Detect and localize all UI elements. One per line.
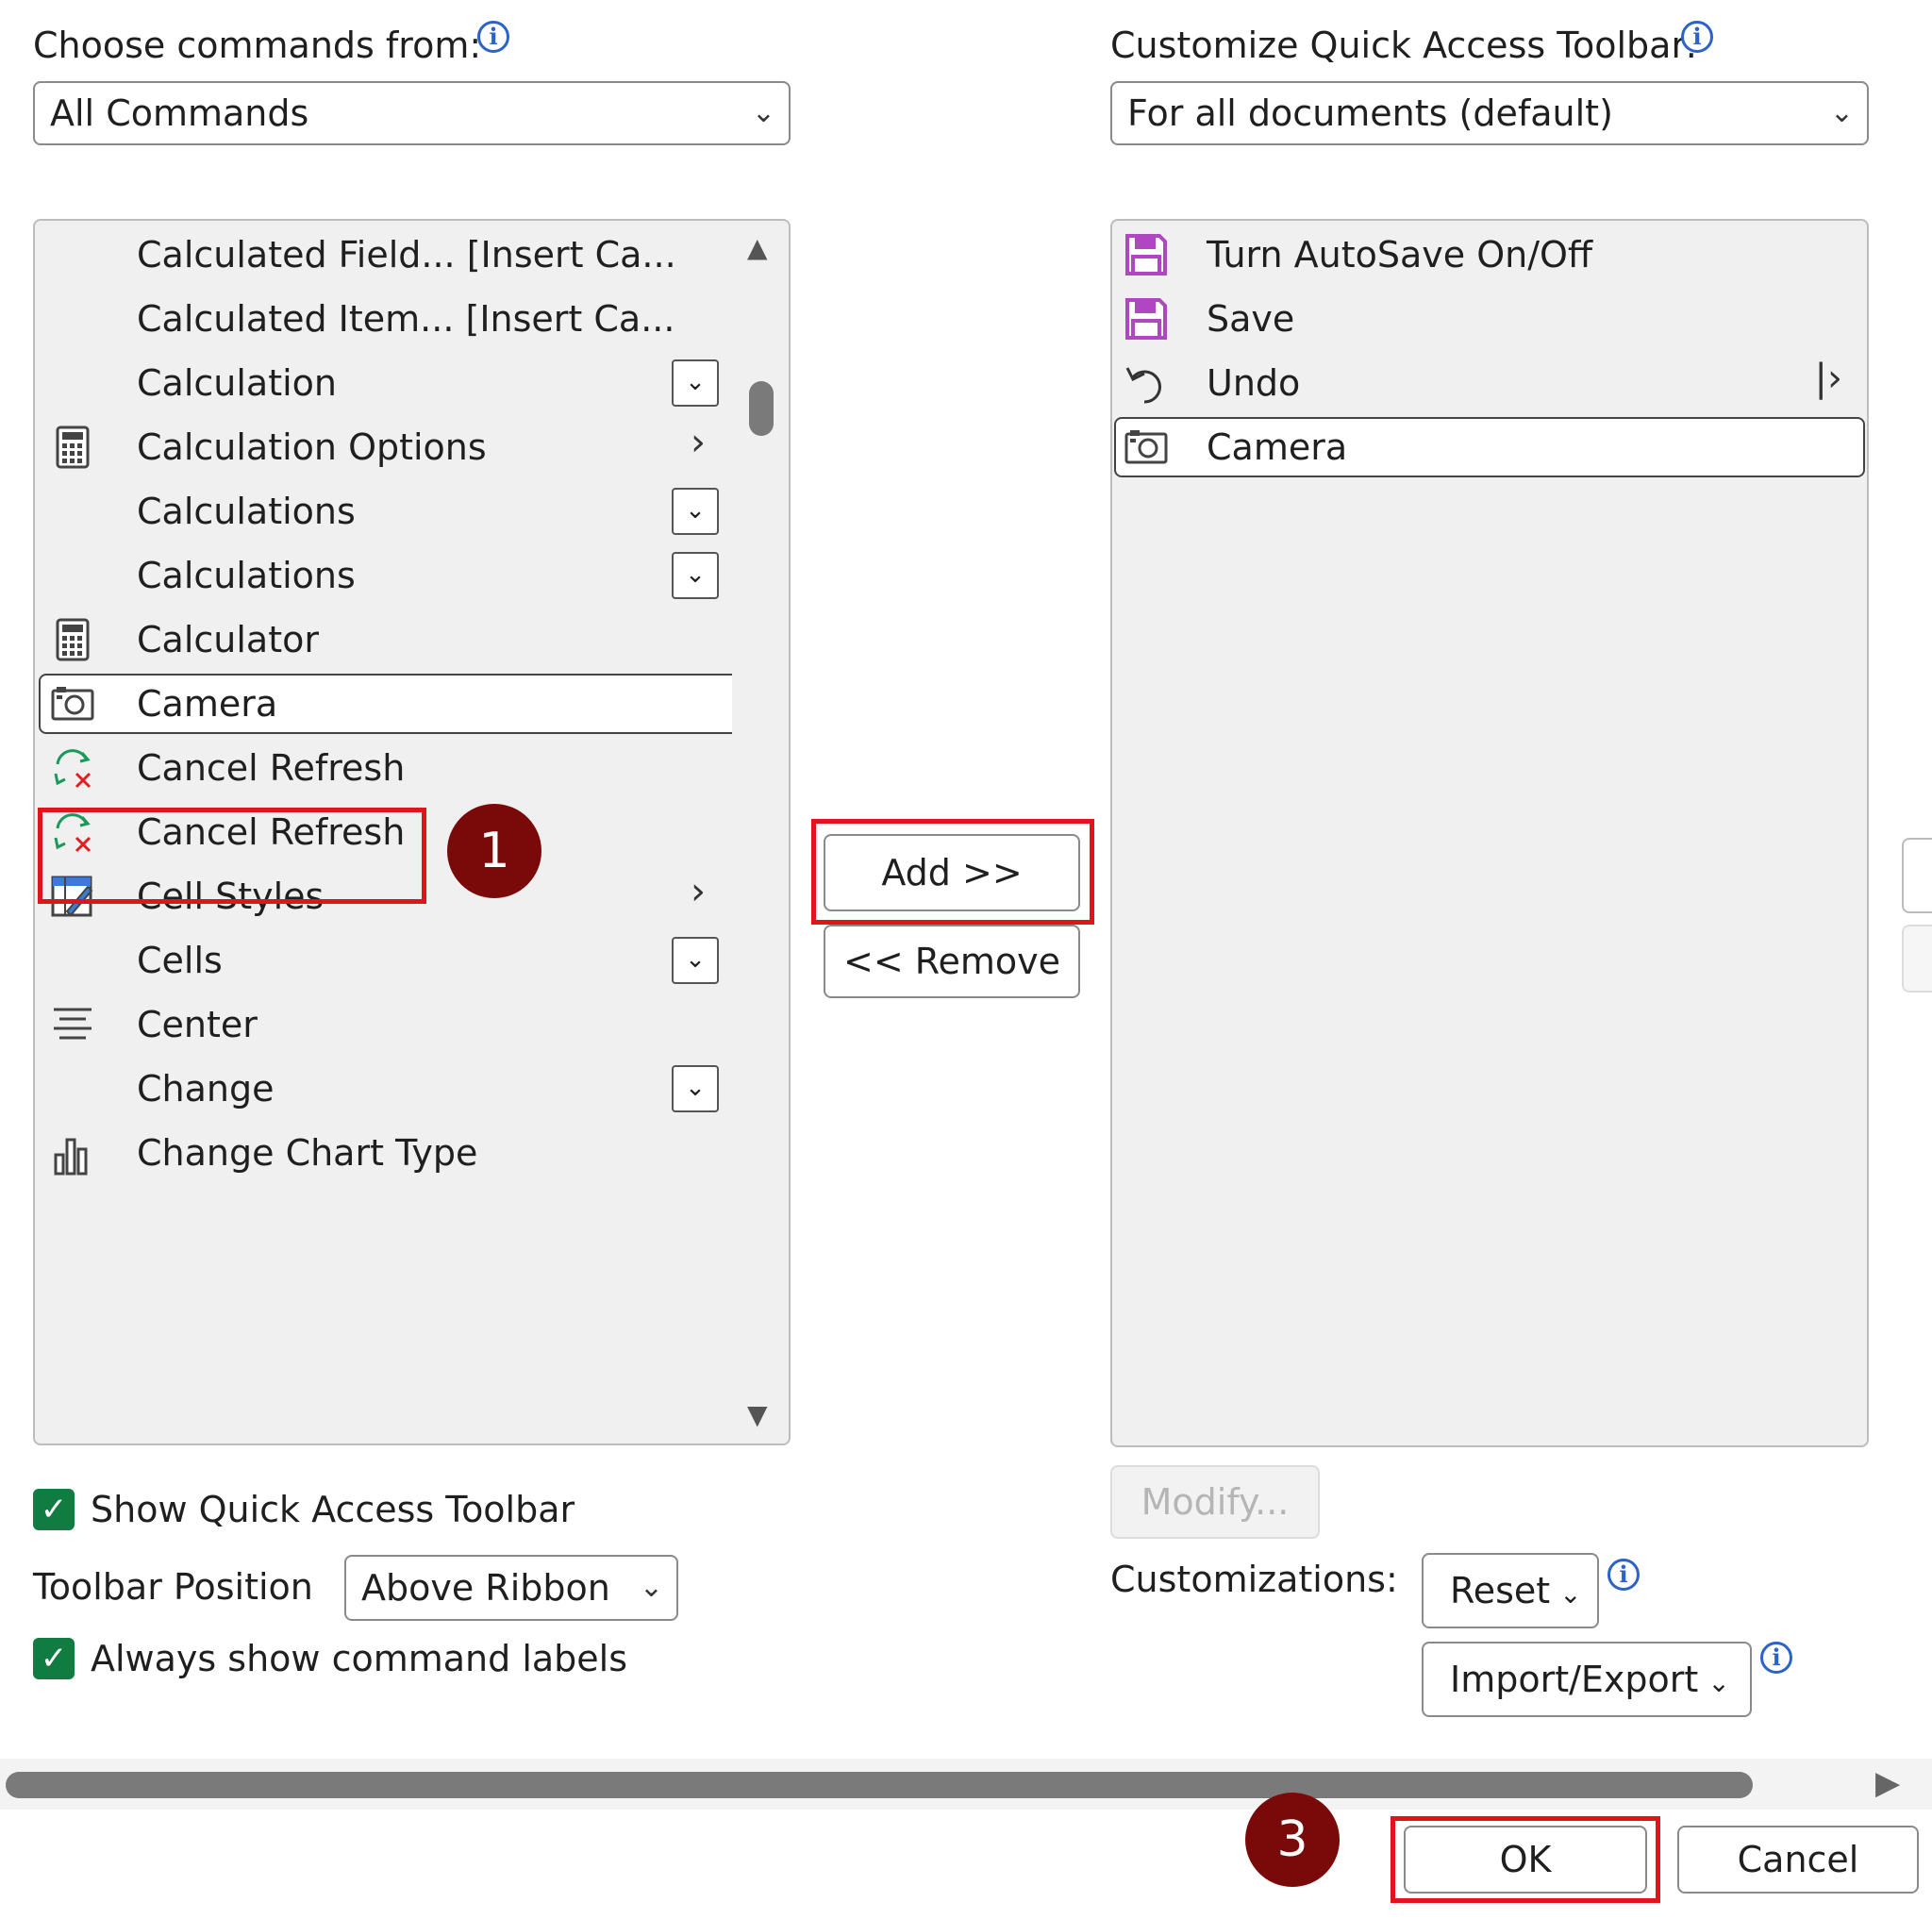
list-item-label: Calculation — [137, 362, 337, 404]
horizontal-scrollbar[interactable]: ▶ — [0, 1759, 1932, 1810]
list-item[interactable]: Cells ⌄ — [35, 928, 789, 993]
qat-item-label: Undo — [1207, 362, 1301, 404]
list-item[interactable]: Calculated Item... [Insert Ca... — [35, 287, 789, 351]
list-item-label: Cells — [137, 940, 223, 981]
list-item[interactable]: Calculation ⌄ — [35, 351, 789, 415]
import-export-button[interactable]: Import/Export ⌄ — [1422, 1642, 1752, 1717]
qat-item[interactable]: Turn AutoSave On/Off — [1112, 223, 1867, 287]
scroll-right-icon[interactable]: ▶ — [1875, 1764, 1900, 1802]
chevron-down-icon: ⌄ — [1559, 1578, 1582, 1610]
list-item[interactable]: Camera — [35, 672, 789, 736]
show-qat-checkbox[interactable]: ✓ — [33, 1489, 75, 1530]
info-icon[interactable]: i — [1760, 1642, 1792, 1674]
list-item-label: Camera — [137, 683, 278, 725]
list-item[interactable]: Center — [35, 993, 789, 1057]
list-item-label: Calculator — [137, 619, 319, 660]
scroll-up-icon[interactable]: ▲ — [747, 232, 768, 263]
always-show-labels-checkbox[interactable]: ✓ — [33, 1638, 75, 1679]
qat-item-label: Turn AutoSave On/Off — [1207, 234, 1593, 275]
add-button[interactable]: Add >> — [824, 834, 1080, 911]
chevron-right-icon: › — [691, 870, 706, 913]
step-badge-3: 3 — [1245, 1793, 1340, 1887]
calculator-icon — [50, 425, 95, 470]
modify-button[interactable]: Modify... — [1110, 1465, 1320, 1539]
customizations-label: Customizations: — [1110, 1559, 1398, 1600]
split-arrow-icon[interactable]: |› — [1815, 357, 1842, 400]
toolbar-position-label: Toolbar Position — [33, 1566, 313, 1608]
list-item[interactable]: Change ⌄ — [35, 1057, 789, 1121]
ok-button[interactable]: OK — [1404, 1826, 1647, 1894]
list-item-label: Calculation Options — [137, 426, 487, 468]
reset-button[interactable]: Reset ⌄ — [1422, 1553, 1599, 1628]
camera-icon — [1124, 425, 1169, 470]
show-qat-label: Show Quick Access Toolbar — [91, 1489, 575, 1530]
list-scrollbar[interactable]: ▲ ▼ — [732, 221, 789, 1443]
list-item-label: Calculated Field... [Insert Ca... — [137, 234, 676, 275]
cancel-button[interactable]: Cancel — [1677, 1826, 1919, 1894]
list-item[interactable]: Calculator — [35, 608, 789, 672]
cancel-refresh-icon — [50, 745, 95, 791]
customize-for-combo[interactable]: For all documents (default) ⌄ — [1110, 81, 1869, 145]
list-item[interactable]: Calculated Field... [Insert Ca... — [35, 223, 789, 287]
list-item[interactable]: Change Chart Type — [35, 1121, 789, 1185]
save-icon — [1124, 296, 1169, 342]
qat-list[interactable]: Turn AutoSave On/Off Save Undo |› Camera — [1110, 219, 1869, 1447]
list-item[interactable]: Calculations ⌄ — [35, 543, 789, 608]
list-item[interactable]: Cancel Refresh — [35, 736, 789, 800]
list-item-label: Center — [137, 1004, 258, 1045]
list-item[interactable]: Calculations ⌄ — [35, 479, 789, 543]
list-item-label: Cancel Refresh — [137, 747, 406, 789]
move-up-button[interactable] — [1902, 838, 1932, 913]
horizontal-scroll-thumb[interactable] — [6, 1772, 1753, 1798]
dropdown-indicator-icon: ⌄ — [672, 488, 719, 535]
chevron-right-icon: › — [691, 421, 706, 464]
dropdown-indicator-icon: ⌄ — [672, 552, 719, 599]
chevron-down-icon: ⌄ — [639, 1571, 663, 1604]
move-down-button[interactable] — [1902, 925, 1932, 993]
save-icon — [1124, 232, 1169, 277]
customize-qat-label: Customize Quick Access Toolbar: — [1110, 25, 1698, 66]
undo-icon — [1124, 360, 1169, 406]
chart-icon — [50, 1130, 95, 1176]
highlight-box-camera — [38, 808, 426, 904]
dropdown-indicator-icon: ⌄ — [672, 359, 719, 407]
list-item-label: Calculations — [137, 491, 356, 532]
scroll-thumb[interactable] — [749, 381, 774, 436]
qat-item[interactable]: Camera — [1112, 415, 1867, 479]
qat-item-label: Save — [1207, 298, 1295, 340]
list-item-label: Calculated Item... [Insert Ca... — [137, 298, 675, 340]
qat-item-label: Camera — [1207, 426, 1348, 468]
dropdown-indicator-icon: ⌄ — [672, 937, 719, 984]
center-align-icon — [50, 1002, 95, 1047]
camera-icon — [50, 681, 95, 726]
list-item-label: Change Chart Type — [137, 1132, 478, 1174]
dropdown-indicator-icon: ⌄ — [672, 1065, 719, 1112]
qat-item[interactable]: Save — [1112, 287, 1867, 351]
list-item-label: Calculations — [137, 555, 356, 596]
remove-button[interactable]: << Remove — [824, 925, 1080, 998]
info-icon[interactable]: i — [477, 21, 509, 53]
list-item[interactable]: Calculation Options › — [35, 415, 789, 479]
qat-item[interactable]: Undo |› — [1112, 351, 1867, 415]
list-item-label: Change — [137, 1068, 275, 1110]
step-badge-1: 1 — [447, 804, 541, 898]
toolbar-position-combo[interactable]: Above Ribbon ⌄ — [344, 1555, 678, 1621]
chevron-down-icon: ⌄ — [1707, 1667, 1730, 1698]
calculator-icon — [50, 617, 95, 662]
commands-from-combo[interactable]: All Commands ⌄ — [33, 81, 791, 145]
scroll-down-icon[interactable]: ▼ — [747, 1399, 768, 1430]
choose-commands-label: Choose commands from: — [33, 25, 482, 66]
always-show-labels-label: Always show command labels — [91, 1638, 628, 1679]
chevron-down-icon: ⌄ — [751, 96, 775, 129]
info-icon[interactable]: i — [1607, 1559, 1640, 1591]
chevron-down-icon: ⌄ — [1829, 96, 1854, 129]
info-icon[interactable]: i — [1681, 21, 1713, 53]
